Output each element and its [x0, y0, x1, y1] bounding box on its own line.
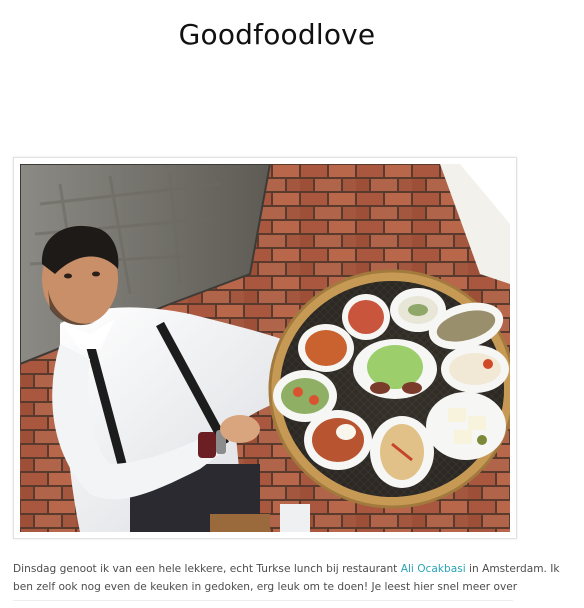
photo-illustration — [20, 164, 510, 532]
divider — [13, 600, 513, 601]
page-title: Goodfoodlove — [178, 18, 376, 51]
caption-text-before: Dinsdag genoot ik van een hele lekkere, … — [13, 563, 401, 575]
post-photo[interactable] — [20, 164, 510, 532]
post-caption: Dinsdag genoot ik van een hele lekkere, … — [13, 560, 573, 596]
restaurant-link[interactable]: Ali Ocakbasi — [401, 563, 466, 575]
post-photo-frame — [13, 157, 517, 539]
